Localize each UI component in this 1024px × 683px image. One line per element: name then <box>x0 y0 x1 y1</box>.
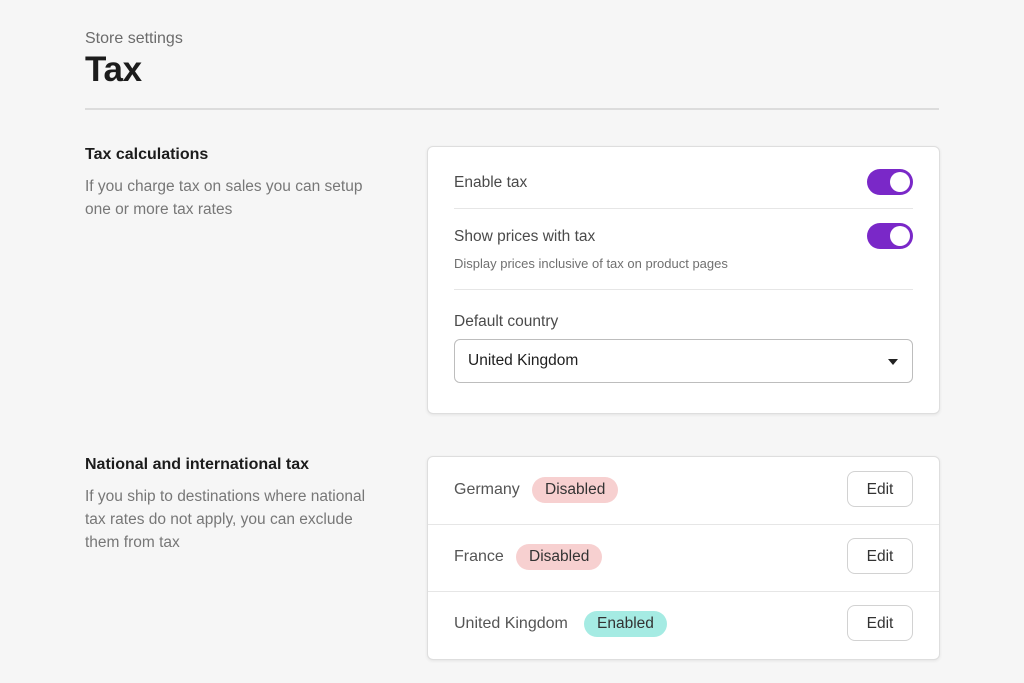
country-name: United Kingdom <box>454 615 568 632</box>
national-tax-intro: National and international tax If you sh… <box>85 456 385 554</box>
list-item: Germany Disabled Edit <box>428 457 939 524</box>
section-title: National and international tax <box>85 456 310 473</box>
section-title: Tax calculations <box>85 146 209 163</box>
national-tax-card: Germany Disabled Edit France Disabled Ed… <box>427 456 940 660</box>
enable-tax-label: Enable tax <box>454 174 528 191</box>
page-title: Tax <box>85 50 142 89</box>
caret-down-icon <box>888 359 898 365</box>
list-item: United Kingdom Enabled Edit <box>428 591 939 658</box>
list-item: France Disabled Edit <box>428 524 939 591</box>
show-prices-with-tax-label: Show prices with tax <box>454 228 596 245</box>
divider <box>454 208 913 209</box>
country-name: France <box>454 548 504 565</box>
select-value: United Kingdom <box>468 352 579 369</box>
breadcrumb: Store settings <box>85 30 183 47</box>
toggle-knob <box>890 172 910 192</box>
section-description: If you ship to destinations where nation… <box>85 488 366 551</box>
status-badge: Enabled <box>584 611 667 637</box>
show-prices-with-tax-hint: Display prices inclusive of tax on produ… <box>454 256 728 271</box>
section-description: If you charge tax on sales you can setup… <box>85 178 363 218</box>
tax-calculations-intro: Tax calculations If you charge tax on sa… <box>85 146 385 221</box>
header-divider <box>85 108 939 110</box>
country-name: Germany <box>454 481 520 498</box>
edit-button[interactable]: Edit <box>847 538 913 574</box>
enable-tax-toggle[interactable] <box>867 169 913 195</box>
status-badge: Disabled <box>516 544 603 570</box>
edit-button[interactable]: Edit <box>847 471 913 507</box>
status-badge: Disabled <box>532 477 619 503</box>
tax-calculations-card: Enable tax Show prices with tax Display … <box>427 146 940 414</box>
divider <box>454 289 913 290</box>
toggle-knob <box>890 226 910 246</box>
page-header: Store settings Tax <box>85 30 183 90</box>
edit-button[interactable]: Edit <box>847 605 913 641</box>
default-country-select[interactable]: United Kingdom <box>454 339 913 383</box>
show-prices-with-tax-toggle[interactable] <box>867 223 913 249</box>
default-country-label: Default country <box>454 313 559 330</box>
